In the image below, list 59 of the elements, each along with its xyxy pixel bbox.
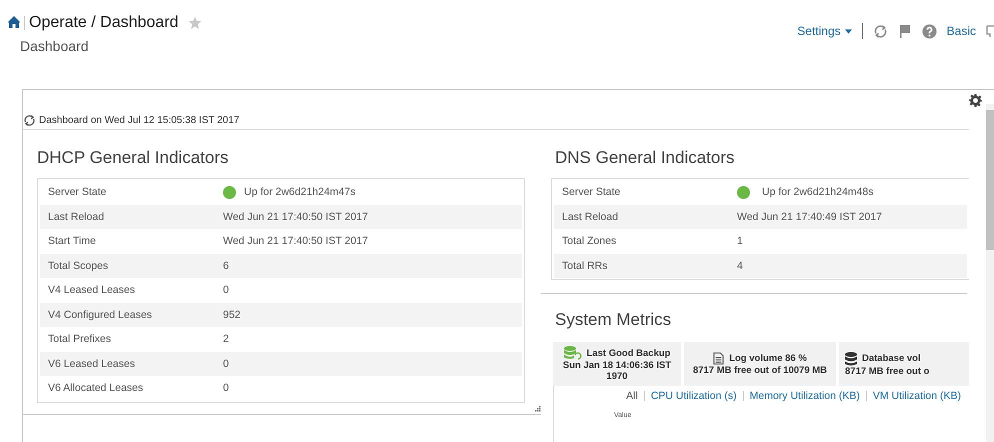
table-cell-text: Last Reload <box>561 210 620 223</box>
table-cell-text: Server State <box>561 186 622 198</box>
table-cell-text: Total RRs <box>561 260 609 272</box>
metric-filter-link[interactable]: All <box>626 390 638 402</box>
section-title: DNS General Indicators <box>554 147 736 169</box>
table-cell-text: Total Scopes <box>47 260 110 272</box>
database-icon <box>845 352 857 366</box>
table-cell: 952 <box>223 308 241 321</box>
metric-filter-link[interactable]: CPU Utilization (s) <box>650 390 737 402</box>
table-cell: Wed Jun 21 17:40:50 IST 2017 <box>223 210 368 223</box>
table-cell-text: Total Prefixes <box>47 333 112 346</box>
chat-icon[interactable] <box>986 24 994 38</box>
metric-title: Log volume 86 % <box>729 353 807 364</box>
flag-icon[interactable] <box>898 24 912 38</box>
table-cell-text: Last Reload <box>47 210 106 223</box>
dashboard-timestamp: Dashboard on Wed Jul 12 15:05:38 IST 2017 <box>39 115 240 126</box>
table-cell: 0 <box>223 382 229 394</box>
metric-filter-link[interactable]: Memory Utilization (KB) <box>750 390 860 402</box>
refresh-icon[interactable] <box>23 114 36 127</box>
breadcrumb: Operate / Dashboard <box>29 14 178 32</box>
section-title: DHCP General Indicators <box>36 147 230 169</box>
star-icon[interactable] <box>188 16 202 30</box>
settings-menu[interactable]: Settings <box>797 24 852 38</box>
table-cell-text: Total Zones <box>561 235 618 248</box>
metric-title: Last Good Backup <box>586 348 670 358</box>
table-cell-text: Server State <box>47 186 108 198</box>
scrollbar-thumb[interactable] <box>986 110 994 250</box>
document-icon <box>713 352 724 365</box>
caret-icon <box>844 28 852 34</box>
basic-mode-link[interactable]: Basic <box>946 24 976 38</box>
metric-title: Database vol <box>862 353 921 364</box>
refresh-icon[interactable] <box>872 24 888 38</box>
table-cell: Wed Jun 21 17:40:50 IST 2017 <box>223 235 368 248</box>
resize-handle-icon[interactable] <box>535 406 541 412</box>
table-cell: 0 <box>223 358 229 370</box>
scrollbar[interactable] <box>986 104 994 442</box>
table-cell: Wed Jun 21 17:40:49 IST 2017 <box>737 210 882 223</box>
table-cell: 6 <box>223 260 229 272</box>
home-icon[interactable] <box>8 16 20 28</box>
metric-detail: 8717 MB free out of 10079 MB <box>692 365 828 376</box>
metric-detail: Sun Jan 18 14:06:36 IST 1970 <box>562 360 672 382</box>
section-title: System Metrics <box>554 309 672 331</box>
metric-filter-link[interactable]: VM Utilization (KB) <box>872 390 961 402</box>
table-cell: 0 <box>223 284 229 296</box>
table-cell-text: V6 Allocated Leases <box>47 382 144 394</box>
table-cell: Up for 2w6d21h24m47s <box>244 186 356 198</box>
table-cell-text: Start Time <box>47 235 97 248</box>
table-cell-text: V4 Configured Leases <box>47 308 153 321</box>
table-cell: 4 <box>737 260 743 272</box>
metric-detail: 8717 MB free out o <box>845 366 930 376</box>
settings-icon[interactable] <box>969 94 982 107</box>
database-sync-icon <box>564 346 582 360</box>
page-subtitle: Dashboard <box>20 38 90 54</box>
table-cell: Up for 2w6d21h24m48s <box>762 186 874 198</box>
table-cell-text: V4 Leased Leases <box>47 284 136 296</box>
table-cell-text: V6 Leased Leases <box>47 358 136 370</box>
table-cell: 2 <box>223 333 229 346</box>
table-cell: 1 <box>737 235 743 248</box>
help-icon[interactable] <box>922 24 937 38</box>
